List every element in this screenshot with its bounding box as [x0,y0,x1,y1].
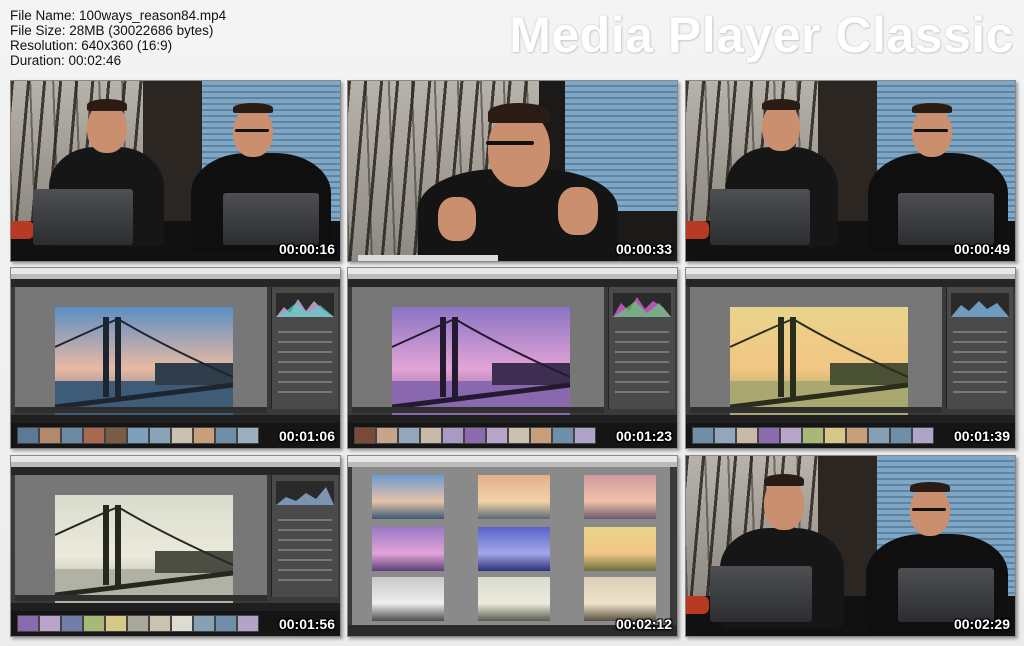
file-name: File Name: 100ways_reason84.mp4 [10,8,227,23]
bridge-photo [730,307,908,419]
thumbnail-4[interactable]: 00:01:06 [10,267,341,449]
timestamp: 00:01:39 [953,428,1010,444]
bridge-photo [392,307,570,419]
thumbnail-3[interactable]: 00:00:49 [685,80,1016,262]
timestamp: 00:01:23 [615,428,672,444]
file-size: File Size: 28MB (30022686 bytes) [10,23,214,38]
timestamp: 00:02:12 [615,616,672,632]
thumbnail-2[interactable]: 00:00:33 [347,80,678,262]
thumbnail-5[interactable]: 00:01:23 [347,267,678,449]
thumbnail-7[interactable]: 00:01:56 [10,455,341,637]
file-info: File Name: 100ways_reason84.mp4 File Siz… [10,8,226,68]
timestamp: 00:02:29 [953,616,1010,632]
duration: Duration: 00:02:46 [10,53,122,68]
timestamp: 00:01:56 [278,616,335,632]
bridge-photo [55,495,233,607]
survey-grid [352,467,670,625]
thumbnail-8[interactable]: 00:02:12 [347,455,678,637]
thumbnail-6[interactable]: 00:01:39 [685,267,1016,449]
resolution: Resolution: 640x360 (16:9) [10,38,173,53]
timestamp: 00:00:16 [278,241,335,257]
thumbnail-1[interactable]: 00:00:16 [10,80,341,262]
brand-logo: Media Player Classic [509,7,1014,63]
timestamp: 00:00:49 [953,241,1010,257]
timestamp: 00:00:33 [615,241,672,257]
bridge-photo [55,307,233,419]
timestamp: 00:01:06 [278,428,335,444]
thumbnail-9[interactable]: 00:02:29 [685,455,1016,637]
